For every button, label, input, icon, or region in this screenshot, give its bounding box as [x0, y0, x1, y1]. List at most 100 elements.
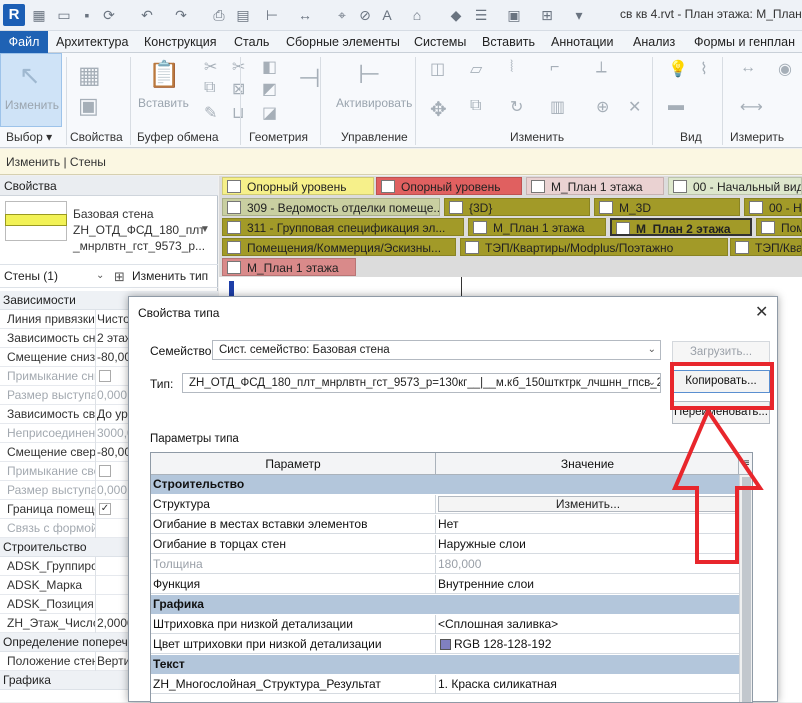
property-checkbox[interactable]: ✓	[99, 503, 111, 515]
print-setup-icon[interactable]: ▤	[234, 6, 252, 24]
properties-icon[interactable]: ▣	[78, 93, 99, 119]
activate-icon[interactable]: ⊢	[358, 59, 381, 90]
redo-icon[interactable]: ↷	[172, 6, 190, 24]
view-tab[interactable]: ТЭП/Квартиры	[730, 238, 802, 256]
view-tab[interactable]: М_План 1 этажа	[222, 258, 356, 276]
tab-file[interactable]: Файл	[0, 31, 48, 53]
type-selector-line2[interactable]: _мнрлвтн_гст_9573_р...	[73, 239, 205, 253]
parameter-group[interactable]: Текст⌃	[151, 655, 745, 674]
view-tab[interactable]: Опорный уровень	[376, 177, 522, 195]
view-tab[interactable]: {3D}	[444, 198, 590, 216]
paste-icon[interactable]: 📋	[148, 59, 180, 90]
tab-annotate[interactable]: Аннотации	[551, 31, 613, 53]
demolish-icon[interactable]: ◪	[262, 103, 277, 123]
text-icon[interactable]: A	[378, 6, 396, 24]
switch-windows-icon[interactable]: ⊞	[538, 6, 556, 24]
close-hidden-icon[interactable]: ▣	[505, 6, 523, 24]
pin-icon[interactable]: ⊕	[596, 97, 609, 117]
cope-icon[interactable]: ✂	[232, 57, 245, 77]
tab-systems[interactable]: Системы	[414, 31, 466, 53]
tab-massing-site[interactable]: Формы и генплан	[694, 31, 795, 53]
view-tab[interactable]: Помещения/Коммерция/Эскизны...	[222, 238, 456, 256]
cut-geometry-icon[interactable]: ⊠	[232, 79, 245, 99]
revit-logo-icon[interactable]: R	[3, 4, 25, 26]
type-properties-icon[interactable]: ▦	[78, 61, 101, 90]
view-tab[interactable]: М_План 1 этажа	[526, 177, 664, 195]
copy-clipboard-icon[interactable]: ⧉	[204, 79, 215, 97]
property-name: ADSK_Позиция	[7, 597, 94, 611]
parameter-value[interactable]: Внутренние слои	[438, 577, 738, 591]
customize-icon[interactable]: ▾	[570, 6, 588, 24]
view-tab[interactable]: 00 - Начальный вид	[668, 177, 802, 195]
section-icon[interactable]: ◆	[447, 6, 465, 24]
tab-structure[interactable]: Конструкция	[144, 31, 217, 53]
check-icon[interactable]: ◉	[778, 59, 792, 79]
tab-analyze[interactable]: Анализ	[633, 31, 675, 53]
cut-icon[interactable]: ✂	[204, 57, 217, 77]
close-icon[interactable]: ✕	[755, 302, 768, 322]
tab-precast[interactable]: Сборные элементы	[286, 31, 400, 53]
split-face-icon[interactable]: ◧	[262, 57, 277, 77]
split-icon[interactable]: ⟂	[596, 59, 607, 77]
match-type-icon[interactable]: ✎	[204, 103, 217, 123]
chevron-down-icon[interactable]: ▼	[200, 224, 210, 235]
undo-icon[interactable]: ↶	[138, 6, 156, 24]
view-tab[interactable]: Помещения	[756, 218, 802, 236]
home-icon[interactable]: ▦	[30, 6, 48, 24]
view-tab[interactable]: ТЭП/Квартиры/Modplus/Поэтажно	[460, 238, 728, 256]
thin-lines-icon[interactable]: ☰	[472, 6, 490, 24]
column-header-parameter[interactable]: Параметр	[151, 453, 436, 475]
view-tab[interactable]: 00 - Начальный	[744, 198, 802, 216]
tab-insert[interactable]: Вставить	[482, 31, 535, 53]
copy-element-icon[interactable]: ⧉	[470, 97, 481, 115]
hide-icon[interactable]: 💡	[668, 59, 688, 79]
join-icon[interactable]: ⊔	[232, 103, 244, 123]
view-tab[interactable]: М_План 1 этажа	[468, 218, 606, 236]
rotate-icon[interactable]: ↻	[510, 97, 523, 117]
open-icon[interactable]: ▭	[55, 6, 73, 24]
delete-icon[interactable]: ✕	[628, 97, 641, 117]
view-tab[interactable]: 309 - Ведомость отделки помеще...	[222, 198, 440, 216]
override-graphics-icon[interactable]: ▬	[668, 97, 684, 115]
offset-icon[interactable]: ▱	[470, 59, 482, 79]
parameter-value[interactable]: 1. Краска силикатная	[438, 677, 738, 691]
trim-icon[interactable]: ⌐	[550, 59, 559, 77]
instance-filter-select[interactable]: Стены (1)	[4, 269, 58, 283]
edit-type-icon[interactable]: ⊞	[114, 269, 125, 285]
paint-icon[interactable]: ◩	[262, 79, 277, 99]
parameter-value[interactable]: <Сплошная заливка>	[438, 617, 738, 631]
panel-select[interactable]: Выбор ▾	[6, 130, 52, 144]
3d-view-icon[interactable]: ⌂	[408, 6, 426, 24]
move-icon[interactable]: ✥	[430, 97, 447, 122]
view-tab[interactable]: 311 - Групповая спецификация эл...	[222, 218, 464, 236]
wall-joins-icon[interactable]: ⊣	[298, 63, 321, 94]
family-select[interactable]: Сист. семейство: Базовая стена ⌄	[212, 340, 661, 360]
tab-steel[interactable]: Сталь	[234, 31, 269, 53]
type-select[interactable]: ZH_ОТД_ФСД_180_плт_мнрлвтн_гст_9573_р=13…	[182, 373, 661, 393]
view-icon	[227, 201, 241, 214]
type-selector[interactable]: ZH_ОТД_ФСД_180_плт	[73, 223, 205, 237]
array-icon[interactable]: ▥	[550, 97, 565, 117]
parameter-group[interactable]: Строительство	[151, 475, 739, 494]
modify-tool-button[interactable]: ↖ Изменить	[0, 53, 62, 127]
tag-icon[interactable]: ⌖	[333, 6, 351, 24]
view-tab[interactable]: Опорный уровень	[222, 177, 374, 195]
dimension-tool-icon[interactable]: ⟷	[740, 97, 763, 117]
dimension-icon[interactable]: ↔	[296, 6, 314, 24]
model-line-icon[interactable]: ⊘	[356, 6, 374, 24]
sync-icon[interactable]: ⟳	[100, 6, 118, 24]
view-tab[interactable]: М_План 2 этажа	[610, 218, 752, 236]
view-tab[interactable]: М_3D	[594, 198, 740, 216]
save-icon[interactable]: ▪	[78, 6, 96, 24]
measure-tool-icon[interactable]: ↔	[740, 59, 756, 77]
parameter-group[interactable]: Графика⌃	[151, 595, 745, 614]
measure-icon[interactable]: ⊢	[263, 6, 281, 24]
linework-icon[interactable]: ⌇	[700, 59, 708, 79]
align-icon[interactable]: ◫	[430, 59, 445, 79]
print-icon[interactable]: ⎙	[210, 6, 228, 24]
mirror-icon[interactable]: ⦚	[510, 59, 513, 77]
parameter-value[interactable]: RGB 128-128-192	[438, 637, 738, 651]
edit-type-button[interactable]: Изменить тип	[132, 269, 208, 283]
tab-architecture[interactable]: Архитектура	[56, 31, 128, 53]
chevron-down-icon[interactable]: ⌄	[96, 270, 104, 281]
